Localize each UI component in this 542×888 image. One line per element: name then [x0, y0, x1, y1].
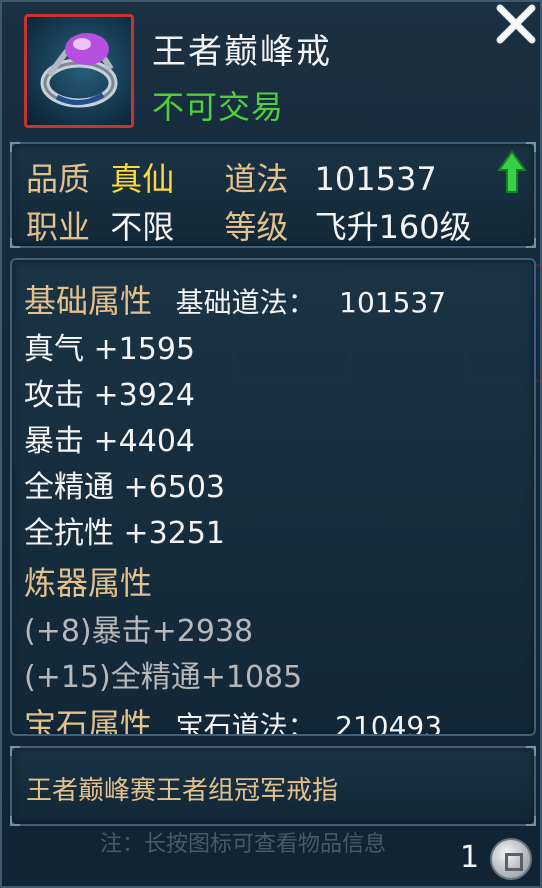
stat-line: 真气 +1595 [24, 332, 196, 367]
item-icon[interactable] [24, 14, 134, 128]
refine-stat-line: (+15)全精通+1085 [24, 660, 303, 695]
arrow-up-icon [497, 150, 527, 194]
gem-attributes-title: 宝石属性 [24, 706, 153, 736]
base-daofa-label: 基础道法： [175, 286, 316, 319]
base-daofa-value: 101537 [339, 286, 447, 319]
level-value: 飞升160级 [314, 208, 472, 246]
stat-line: 全精通 +6503 [24, 470, 226, 505]
level-label: 等级 [224, 208, 289, 246]
close-icon[interactable] [492, 2, 538, 48]
gem-daofa-label: 宝石道法： [175, 710, 316, 736]
silver-coin-icon [490, 838, 532, 880]
attribute-panel: 基础属性 基础道法： 101537 真气 +1595 攻击 +3924 暴击 +… [10, 258, 536, 736]
stat-line: 暴击 +4404 [24, 424, 196, 459]
stat-line: 攻击 +3924 [24, 378, 196, 413]
refine-stat-line: (+8)暴击+2938 [24, 614, 254, 649]
gem-daofa-value: 210493 [335, 710, 443, 736]
ring-icon [40, 33, 118, 108]
refine-attributes-title: 炼器属性 [24, 564, 153, 602]
item-name: 王者巅峰戒 [152, 32, 332, 72]
footer-note: 注：长按图标可查看物品信息 [100, 832, 387, 857]
class-label: 职业 [26, 208, 91, 246]
class-value: 不限 [110, 208, 175, 246]
quality-label: 品质 [26, 160, 91, 198]
daofa-label: 道法 [224, 160, 289, 198]
stat-line: 全抗性 +3251 [24, 516, 226, 551]
description-panel: 王者巅峰赛王者组冠军戒指 [10, 746, 536, 826]
item-description: 王者巅峰赛王者组冠军戒指 [26, 776, 339, 806]
base-attributes-title: 基础属性 [24, 282, 153, 320]
info-panel: 品质 真仙 道法 101537 职业 不限 等级 飞升160级 [10, 142, 536, 248]
daofa-value: 101537 [314, 160, 437, 198]
trade-status: 不可交易 [152, 88, 285, 126]
quality-value: 真仙 [110, 160, 175, 198]
currency-quantity: 1 [460, 840, 480, 875]
item-tooltip: 王者巅峰戒 不可交易 品质 真仙 道法 101537 职业 不限 等级 飞升16… [0, 0, 542, 888]
